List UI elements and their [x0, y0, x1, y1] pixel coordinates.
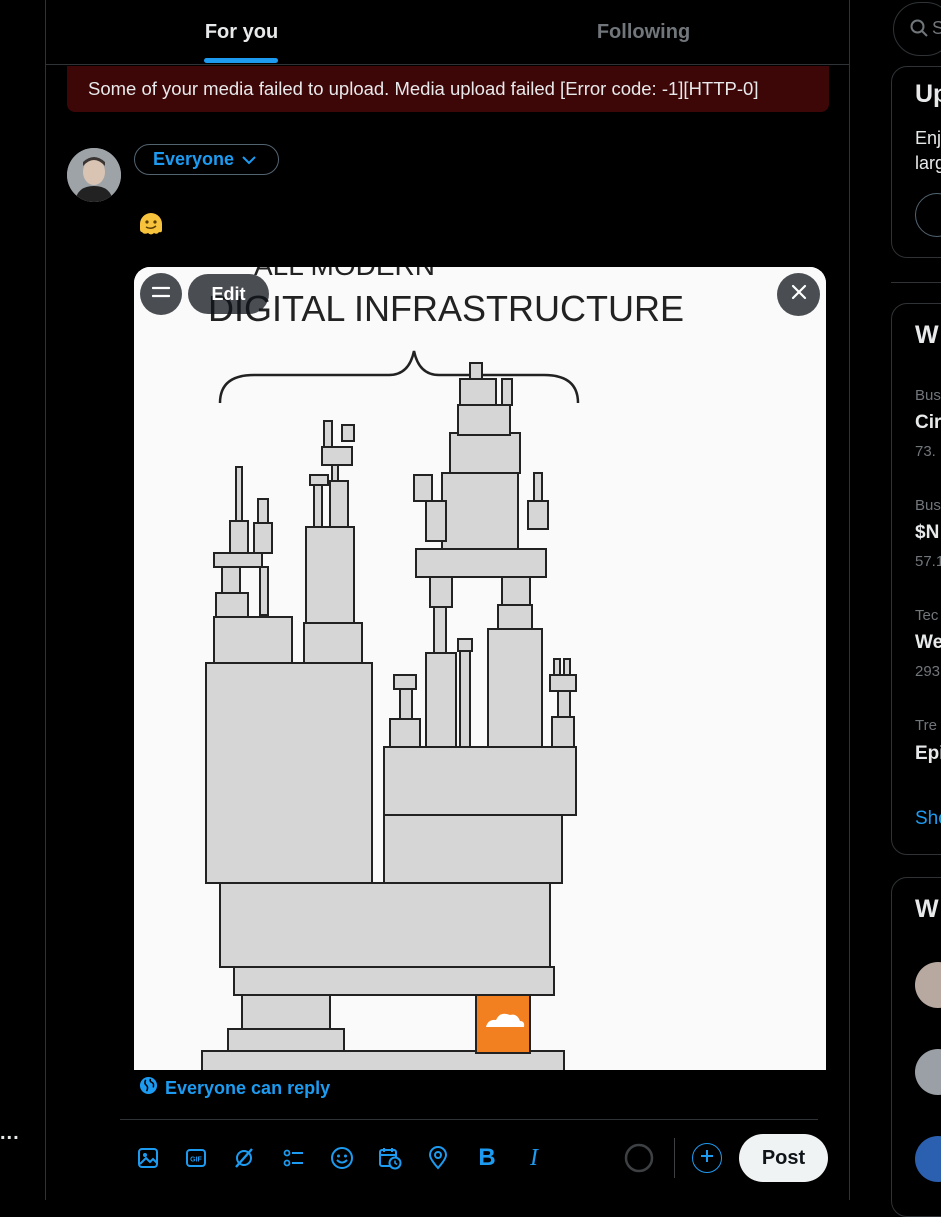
- avatar[interactable]: [67, 148, 121, 202]
- location-icon[interactable]: [426, 1146, 450, 1170]
- poll-icon[interactable]: [282, 1146, 306, 1170]
- media-attachment[interactable]: ALL MODERN DIGITAL INFRASTRUCTURE: [134, 267, 826, 1070]
- reply-setting-label: Everyone can reply: [165, 1077, 331, 1098]
- upload-error-text: Some of your media failed to upload. Med…: [88, 78, 759, 99]
- trend-meta: 293: [915, 663, 941, 680]
- trend-meta: 73.: [915, 443, 936, 460]
- infrastructure-comic-image: ALL MODERN DIGITAL INFRASTRUCTURE: [134, 267, 826, 1070]
- trend-context: Tec: [915, 607, 939, 624]
- more-options-label: ...: [0, 1122, 20, 1144]
- character-counter-ring: [624, 1143, 654, 1173]
- active-tab-indicator: [204, 58, 278, 63]
- trend-name[interactable]: Cir: [915, 412, 941, 434]
- tab-for-you-label: For you: [204, 20, 279, 43]
- reply-setting-button[interactable]: Everyone can reply: [139, 1076, 330, 1100]
- trend-name[interactable]: We: [915, 632, 941, 654]
- tab-following[interactable]: Following: [438, 0, 849, 64]
- bold-icon-label: B: [478, 1144, 496, 1171]
- trends-show-more-link[interactable]: Sho: [915, 808, 941, 830]
- image-icon[interactable]: [136, 1146, 160, 1170]
- bold-icon[interactable]: B: [475, 1144, 499, 1171]
- avatar-photo: [67, 148, 121, 202]
- column-border-right: [849, 0, 850, 1200]
- trend-context: Tre: [915, 717, 937, 734]
- gif-icon[interactable]: GIF: [184, 1146, 208, 1170]
- sidebar-divider: [891, 282, 941, 283]
- grok-icon[interactable]: [232, 1146, 256, 1170]
- composer-divider: [120, 1119, 818, 1120]
- premium-body-line-2: larg: [915, 153, 941, 173]
- column-border-left: [45, 0, 46, 1200]
- schedule-icon[interactable]: [378, 1146, 402, 1170]
- trend-context: Bus: [915, 497, 941, 514]
- italic-icon-label: I: [530, 1144, 538, 1171]
- comic-caption-main: DIGITAL INFRASTRUCTURE: [208, 288, 684, 329]
- emoji-icon[interactable]: [330, 1146, 354, 1170]
- melting-face-emoji: [137, 210, 165, 238]
- trend-name[interactable]: $N: [915, 522, 939, 544]
- who-to-follow-title: W: [915, 895, 939, 923]
- trends-title: W: [915, 321, 939, 349]
- tab-following-label: Following: [596, 20, 691, 43]
- trends-card: [891, 303, 941, 855]
- media-edit-button[interactable]: Edit: [188, 274, 269, 314]
- chevron-down-icon: [242, 149, 256, 170]
- globe-icon: [139, 1076, 158, 1100]
- upload-error-banner: Some of your media failed to upload. Med…: [67, 66, 829, 112]
- tab-for-you[interactable]: For you: [45, 0, 438, 64]
- search-icon: [910, 19, 928, 42]
- gif-icon-text: GIF: [190, 1157, 202, 1164]
- premium-body-line-1: Enj: [915, 128, 941, 148]
- toolbar-separator: [674, 1138, 675, 1178]
- premium-title: Up: [915, 80, 941, 108]
- add-post-button[interactable]: [692, 1143, 722, 1173]
- media-edit-label: Edit: [211, 283, 246, 304]
- media-remove-button[interactable]: [777, 273, 820, 316]
- cloudflare-block: [475, 994, 531, 1054]
- media-options-button[interactable]: [140, 273, 182, 315]
- trend-name[interactable]: Epi: [915, 743, 941, 765]
- tabs-divider: [45, 64, 849, 65]
- menu-icon: [151, 285, 171, 303]
- italic-icon[interactable]: I: [522, 1144, 546, 1171]
- trend-meta: 57.1: [915, 553, 941, 570]
- trend-context: Bus: [915, 387, 941, 404]
- comic-caption-top: ALL MODERN: [254, 267, 435, 281]
- search-placeholder: S: [932, 18, 941, 38]
- audience-label: Everyone: [153, 149, 235, 169]
- more-options-icon[interactable]: ...: [0, 1122, 20, 1145]
- audience-selector[interactable]: Everyone: [134, 144, 279, 175]
- plus-icon: [700, 1149, 714, 1168]
- post-button-label: Post: [761, 1146, 806, 1169]
- close-icon: [791, 284, 807, 305]
- post-button[interactable]: Post: [739, 1134, 828, 1182]
